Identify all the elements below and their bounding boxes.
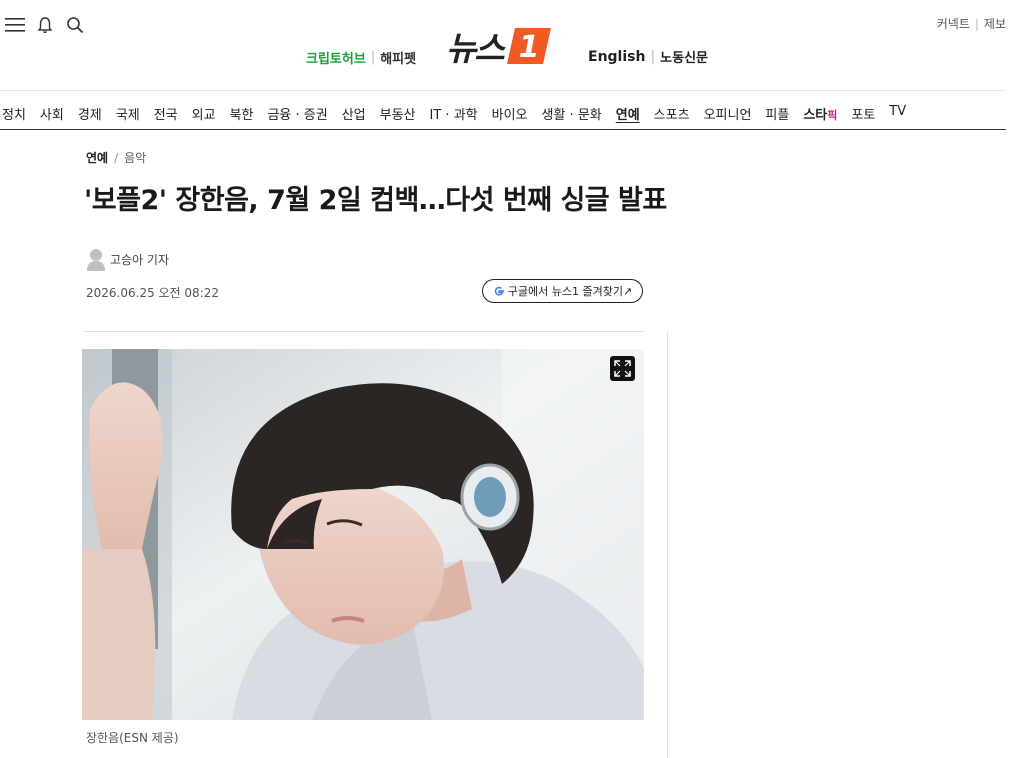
- divider: |: [370, 50, 376, 65]
- nav-item-diplomacy[interactable]: 외교: [185, 104, 223, 123]
- nav-item-finance[interactable]: 금융 · 증권: [260, 104, 334, 123]
- breadcrumb-subsection[interactable]: 음악: [124, 149, 146, 166]
- photo-caption: 장한음(ESN 제공): [86, 731, 179, 745]
- site-logo[interactable]: 뉴스 1: [446, 22, 553, 70]
- svg-text:1: 1: [518, 30, 539, 65]
- breadcrumb-section[interactable]: 연예: [86, 149, 108, 166]
- nav-item-starpick[interactable]: 스타픽: [796, 104, 844, 123]
- nav-item-entertainment[interactable]: 연예: [609, 104, 647, 123]
- google-button-label: 구글에서 뉴스1 즐겨찾기↗: [507, 285, 633, 298]
- nodong-link[interactable]: 노동신문: [660, 47, 708, 66]
- nav-item-national[interactable]: 전국: [147, 104, 185, 123]
- header-left-links: 크립토허브 | 해피펫: [306, 48, 416, 67]
- reporter-name[interactable]: 고승아 기자: [110, 251, 169, 268]
- article-headline: '보플2' 장한음, 7월 2일 컴백…다섯 번째 싱글 발표: [84, 185, 667, 216]
- nav-item-real-estate[interactable]: 부동산: [373, 104, 423, 123]
- english-link[interactable]: English: [588, 49, 645, 65]
- nav-item-economy[interactable]: 경제: [71, 104, 109, 123]
- nav-divider: [0, 129, 1006, 130]
- nav-item-world[interactable]: 국제: [109, 104, 147, 123]
- nav-item-opinion[interactable]: 오피니언: [697, 104, 759, 123]
- breadcrumb: 연예 / 음악: [86, 149, 146, 166]
- bell-icon[interactable]: [34, 14, 56, 36]
- nav-item-bio[interactable]: 바이오: [485, 104, 535, 123]
- crypto-hub-link[interactable]: 크립토허브: [306, 48, 366, 67]
- google-icon: [494, 286, 504, 296]
- starpick-main: 스타: [803, 108, 828, 123]
- nav-item-north-korea[interactable]: 북한: [223, 104, 261, 123]
- logo-badge-icon: 1: [506, 28, 551, 65]
- nav-item-industry[interactable]: 산업: [335, 104, 373, 123]
- article-divider: [84, 331, 644, 332]
- top-utility-links: 커넥트 | 제보: [937, 15, 1006, 32]
- nav-item-society[interactable]: 사회: [33, 104, 71, 123]
- divider: |: [650, 48, 656, 65]
- connect-link[interactable]: 커넥트: [937, 15, 970, 32]
- nav-item-it-science[interactable]: IT · 과학: [423, 104, 485, 123]
- header-right-links: English | 노동신문: [588, 47, 708, 67]
- nav-item-sports[interactable]: 스포츠: [647, 104, 697, 123]
- expand-icon[interactable]: [610, 356, 635, 381]
- starpick-sub: 픽: [827, 109, 838, 122]
- logo-text: 뉴스: [446, 29, 505, 68]
- happypet-link[interactable]: 해피펫: [380, 48, 416, 67]
- byline: 고승아 기자: [86, 247, 169, 271]
- nav-item-people[interactable]: 피플: [758, 104, 796, 123]
- breadcrumb-separator: /: [114, 150, 119, 165]
- nav-item-photo[interactable]: 포토: [844, 104, 882, 123]
- hamburger-icon[interactable]: [4, 14, 26, 36]
- header-icon-group: [4, 14, 86, 36]
- google-favorite-button[interactable]: 구글에서 뉴스1 즐겨찾기↗: [482, 279, 643, 303]
- divider: |: [974, 16, 979, 31]
- publish-date: 2026.06.25 오전 08:22: [86, 286, 219, 300]
- nav-item-tv[interactable]: TV: [882, 104, 913, 123]
- nav-item-politics[interactable]: 정치: [0, 104, 33, 123]
- report-link[interactable]: 제보: [984, 15, 1006, 32]
- reporter-avatar-icon: [87, 249, 105, 271]
- nav-item-life-culture[interactable]: 생활 · 문화: [535, 104, 609, 123]
- search-icon[interactable]: [64, 14, 86, 36]
- header-divider: [0, 90, 1006, 91]
- article-photo[interactable]: [82, 349, 644, 720]
- category-nav: 정치 사회 경제 국제 전국 외교 북한 금융 · 증권 산업 부동산 IT ·…: [0, 104, 913, 123]
- sidebar-divider: [667, 332, 668, 758]
- photo-illustration: [82, 349, 644, 720]
